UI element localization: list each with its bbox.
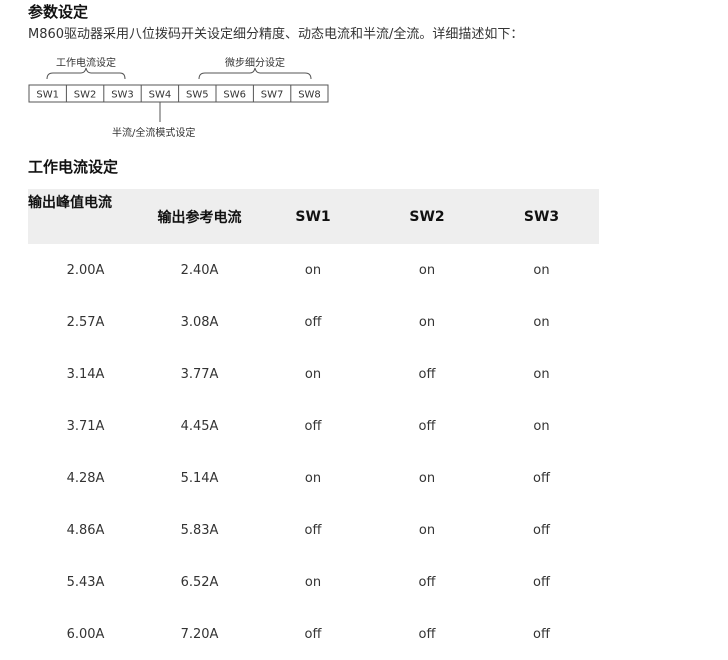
cell-sw1: on [304, 470, 322, 486]
cell-sw3: on [533, 314, 550, 330]
cell-sw3: off [533, 522, 550, 538]
cell-sw2: on [418, 314, 436, 330]
label-group-microstep: 微步细分设定 [225, 56, 285, 69]
cell-sw1: off [304, 626, 322, 642]
table-row: 3.14A 3.77A on off on [28, 348, 599, 400]
table-row: 2.57A 3.08A off on on [28, 296, 599, 348]
cell-sw3: off [533, 574, 550, 590]
table-row: 4.86A 5.83A off on off [28, 504, 599, 556]
cell-sw2: on [418, 262, 436, 278]
table-row: 4.28A 5.14A on on off [28, 452, 599, 504]
switch-label-sw2: SW2 [74, 90, 97, 101]
cell-ref-current: 5.14A [180, 470, 219, 486]
cell-peak-current: 2.57A [66, 314, 105, 330]
cell-peak-current: 4.28A [66, 470, 105, 486]
cell-ref-current: 5.83A [180, 522, 219, 538]
cell-sw1: on [304, 262, 322, 278]
switch-label-sw4: SW4 [149, 90, 172, 101]
cell-sw2: on [418, 522, 436, 538]
header-peak-current: 输出峰值电流 [28, 195, 112, 211]
cell-ref-current: 3.08A [180, 314, 219, 330]
cell-peak-current: 3.14A [66, 366, 105, 382]
switch-label-sw5: SW5 [186, 90, 209, 101]
cell-sw1: off [304, 522, 322, 538]
cell-peak-current: 3.71A [66, 418, 105, 434]
cell-sw2: off [418, 574, 436, 590]
section-title-working-current: 工作电流设定 [28, 158, 119, 176]
cell-ref-current: 3.77A [180, 366, 219, 382]
header-sw1: SW1 [295, 208, 331, 225]
cell-sw3: on [533, 366, 550, 382]
cell-sw1: off [304, 418, 322, 434]
table-row: 6.00A 7.20A off off off [28, 608, 599, 660]
cell-peak-current: 2.00A [66, 262, 105, 278]
table-row: 2.00A 2.40A on on on [28, 244, 599, 296]
current-table-container: 输出峰值电流 输出参考电流 SW1 SW2 SW3 2.00A 2.40A on on… [28, 189, 599, 660]
switch-label-sw7: SW7 [261, 90, 284, 101]
cell-ref-current: 7.20A [180, 626, 219, 642]
cell-sw3: on [533, 418, 550, 434]
current-table: 输出峰值电流 输出参考电流 SW1 SW2 SW3 2.00A 2.40A on on… [28, 189, 599, 660]
table-row: 5.43A 6.52A on off off [28, 556, 599, 608]
switch-label-sw1: SW1 [36, 90, 59, 101]
label-half-full: 半流/全流模式设定 [112, 126, 195, 139]
cell-sw3: off [533, 626, 550, 642]
cell-peak-current: 4.86A [66, 522, 105, 538]
cell-sw2: off [418, 418, 436, 434]
cell-ref-current: 6.52A [180, 574, 219, 590]
table-header-row: 输出峰值电流 输出参考电流 SW1 SW2 SW3 [28, 189, 599, 244]
cell-sw3: off [533, 470, 550, 486]
cell-sw1: off [304, 314, 322, 330]
label-group-current: 工作电流设定 [56, 56, 116, 69]
cell-sw2: off [418, 626, 436, 642]
header-sw2: SW2 [409, 208, 445, 225]
cell-ref-current: 2.40A [180, 262, 219, 278]
table-body: 2.00A 2.40A on on on 2.57A 3.08A off on on 3.14A 3.… [28, 244, 599, 660]
dip-switch-diagram: 工作电流设定 微步细分设定 SW1 SW2 SW3 SW4 SW5 SW6 SW7 SW8 半… [28, 56, 329, 139]
cell-sw1: on [304, 366, 322, 382]
header-sw3: SW3 [523, 208, 560, 225]
switch-label-sw6: SW6 [223, 90, 246, 101]
bracket-microstep [198, 67, 312, 80]
cell-peak-current: 6.00A [66, 626, 105, 642]
table-row: 3.71A 4.45A off off on [28, 400, 599, 452]
bracket-current [46, 67, 126, 80]
cell-sw3: on [533, 262, 550, 278]
cell-sw1: on [304, 574, 322, 590]
cell-sw2: off [418, 366, 436, 382]
header-ref-current: 输出参考电流 [157, 209, 242, 226]
switch-label-sw8: SW8 [298, 90, 321, 101]
cell-peak-current: 5.43A [66, 574, 105, 590]
cell-ref-current: 4.45A [180, 418, 219, 434]
switch-label-sw3: SW3 [111, 90, 134, 101]
cell-sw2: on [418, 470, 436, 486]
